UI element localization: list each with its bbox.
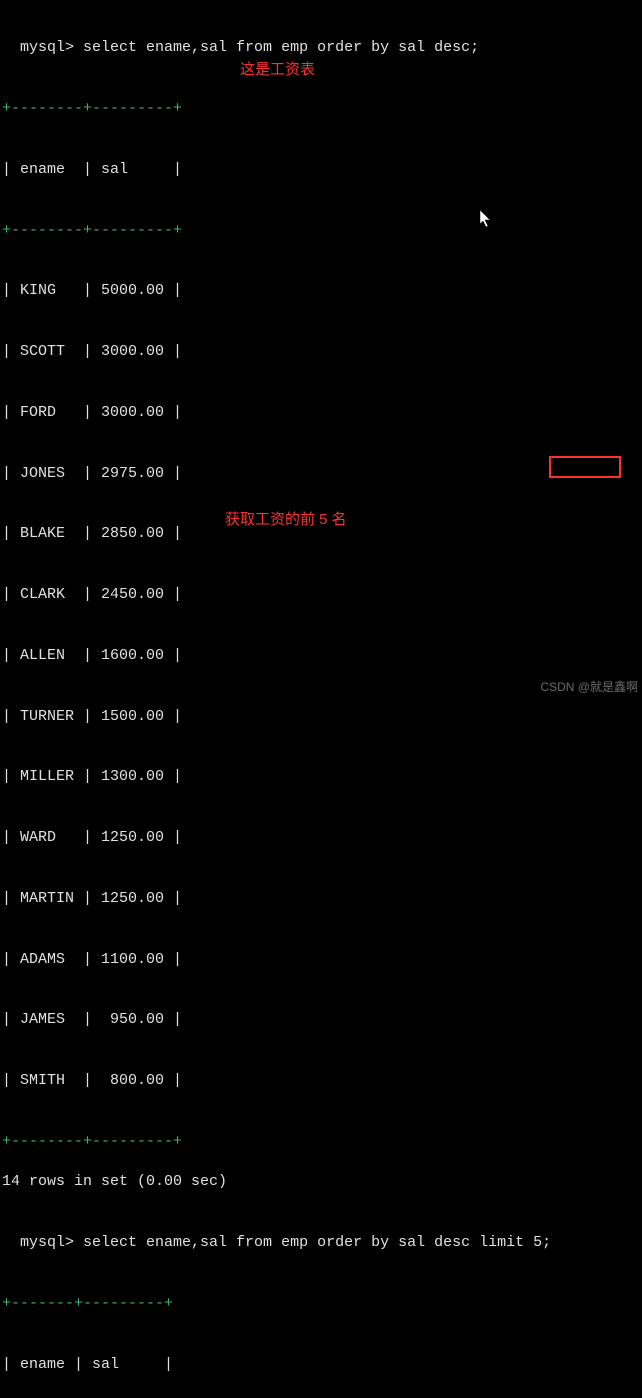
query1-sql: select ename,sal from emp order by sal d…	[74, 39, 479, 56]
table-sep: +--------+---------+	[2, 99, 642, 119]
table-row: | SCOTT | 3000.00 |	[2, 342, 642, 362]
table-sep: +--------+---------+	[2, 1132, 642, 1152]
table-row: | ADAMS | 1100.00 |	[2, 950, 642, 970]
table-row: | JAMES | 950.00 |	[2, 1010, 642, 1030]
table-sep: +--------+---------+	[2, 221, 642, 241]
highlight-limit5	[549, 456, 621, 478]
table-row: | MARTIN | 1250.00 |	[2, 889, 642, 909]
table-row: | KING | 5000.00 |	[2, 281, 642, 301]
annotation-top5: 获取工资的前 5 名	[225, 510, 347, 530]
table-row: | TURNER | 1500.00 |	[2, 707, 642, 727]
mouse-cursor-icon	[480, 210, 492, 235]
table-header: | ename | sal |	[2, 1355, 642, 1375]
table-row: | WARD | 1250.00 |	[2, 828, 642, 848]
table-row: | MILLER | 1300.00 |	[2, 767, 642, 787]
mysql-prompt: mysql>	[20, 39, 74, 56]
table-header: | ename | sal |	[2, 160, 642, 180]
query1-status: 14 rows in set (0.00 sec)	[0, 1172, 642, 1192]
blank-line	[0, 1193, 642, 1213]
table-sep: +-------+---------+	[2, 1294, 642, 1314]
table-row: | JONES | 2975.00 |	[2, 464, 642, 484]
table-row: | SMITH | 800.00 |	[2, 1071, 642, 1091]
query2-result-table: +-------+---------+ | ename | sal | +---…	[0, 1253, 642, 1398]
query1-line[interactable]: mysql> select ename,sal from emp order b…	[0, 18, 642, 59]
watermark: CSDN @就是鑫啊	[540, 679, 638, 695]
table-row: | ALLEN | 1600.00 |	[2, 646, 642, 666]
table-row: | CLARK | 2450.00 |	[2, 585, 642, 605]
query1-result-table: +--------+---------+ | ename | sal | +--…	[0, 59, 642, 1173]
mysql-prompt: mysql>	[20, 1234, 74, 1251]
annotation-salary-table: 这是工资表	[240, 60, 315, 80]
query2-line[interactable]: mysql> select ename,sal from emp order b…	[0, 1213, 642, 1254]
table-row: | FORD | 3000.00 |	[2, 403, 642, 423]
query2-sql: select ename,sal from emp order by sal d…	[74, 1234, 551, 1251]
